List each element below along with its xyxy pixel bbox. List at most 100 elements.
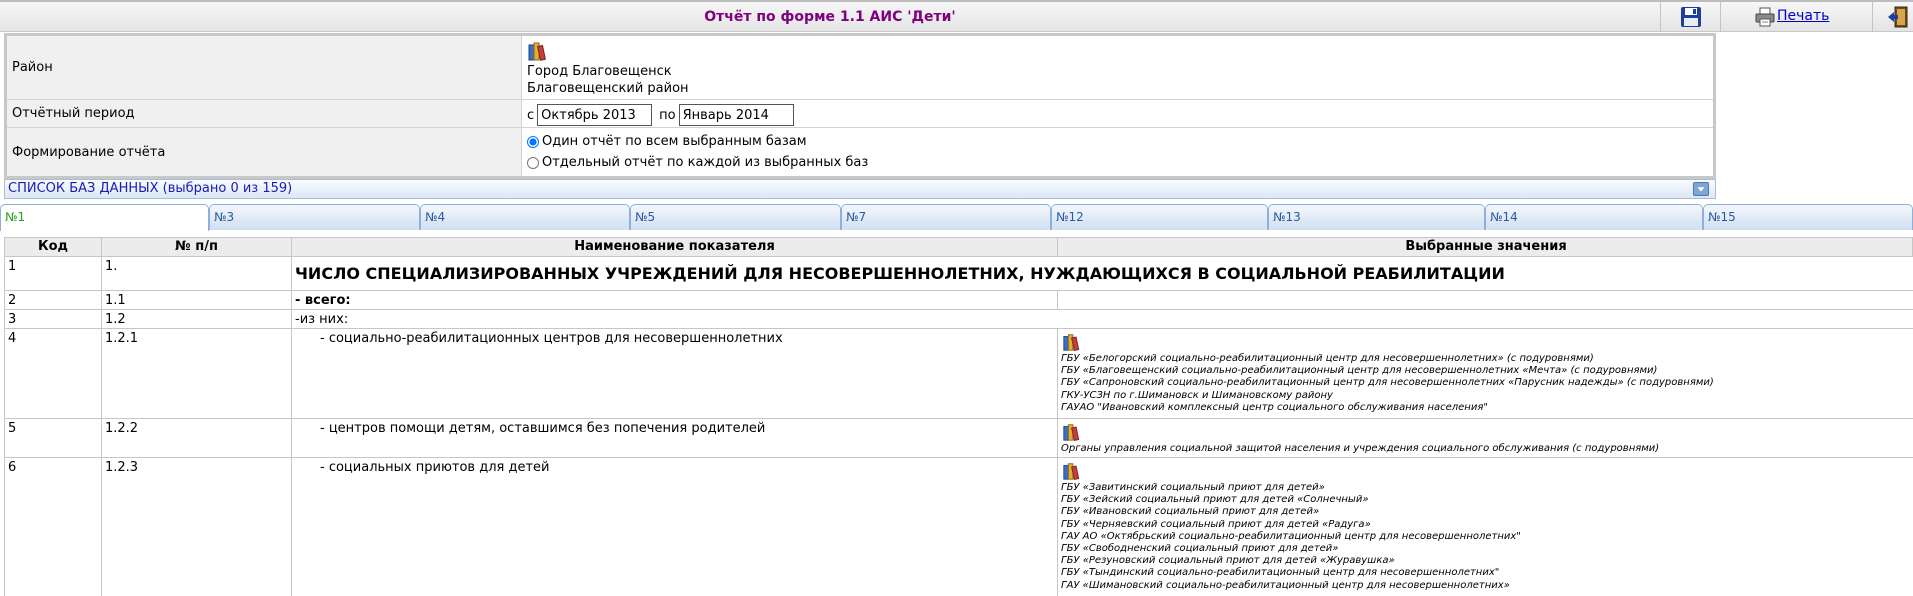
column-header-name: Наименование показателя bbox=[292, 238, 1058, 256]
cell-code: 3 bbox=[5, 310, 102, 328]
selected-value: ГБУ «Ивановский социальный приют для дет… bbox=[1061, 506, 1320, 518]
cell-name: - центров помощи детям, оставшимся без п… bbox=[292, 419, 1058, 457]
cell-values: ГБУ «Белогорский социально-реабилитацион… bbox=[1058, 329, 1913, 418]
period-label: Отчётный период bbox=[7, 100, 522, 127]
table-row: 6 1.2.3 - социальных приютов для детей Г… bbox=[4, 458, 1913, 596]
books-icon[interactable] bbox=[527, 40, 549, 62]
printer-icon bbox=[1755, 7, 1775, 27]
tab-5[interactable]: №5 bbox=[630, 204, 841, 230]
selected-value: ГБУ «Сапроновский социально-реабилитацио… bbox=[1061, 377, 1714, 389]
district-label: Район bbox=[7, 36, 522, 99]
cell-code: 5 bbox=[5, 419, 102, 457]
mode-option-label: Отдельный отчёт по каждой из выбранных б… bbox=[542, 155, 869, 170]
title-bar: Отчёт по форме 1.1 АИС 'Дети' Печать bbox=[0, 0, 1913, 32]
period-value: с по bbox=[523, 100, 1713, 127]
table-row: 3 1.2 -из них: bbox=[4, 310, 1913, 329]
database-list-toggle[interactable]: СПИСОК БАЗ ДАННЫХ (выбрано 0 из 159) bbox=[4, 179, 1716, 199]
cell-name: - всего: bbox=[292, 291, 1058, 309]
books-icon[interactable] bbox=[1061, 332, 1083, 352]
books-icon[interactable] bbox=[1061, 461, 1083, 481]
tab-12[interactable]: №12 bbox=[1051, 204, 1268, 230]
mode-value: Один отчёт по всем выбранным базам Отдел… bbox=[523, 128, 1713, 176]
cell-values: Органы управления социальной защитой нас… bbox=[1058, 419, 1913, 457]
selected-values-list: Органы управления социальной защитой нас… bbox=[1061, 443, 1911, 455]
exit-door-icon bbox=[1888, 6, 1908, 28]
period-to-prefix: по bbox=[659, 107, 676, 123]
print-link[interactable]: Печать bbox=[1777, 2, 1829, 30]
mode-radio-separate[interactable] bbox=[527, 156, 539, 169]
cell-values: ГБУ «Завитинский социальный приют для де… bbox=[1058, 458, 1913, 596]
cell-number: 1.2.1 bbox=[102, 329, 292, 418]
section-heading: ЧИСЛО СПЕЦИАЛИЗИРОВАННЫХ УЧРЕЖДЕНИЙ ДЛЯ … bbox=[295, 264, 1505, 283]
exit-button[interactable] bbox=[1872, 2, 1913, 32]
selected-value: ГБУ «Тындинский социально-реабилитационн… bbox=[1061, 567, 1500, 579]
cell-name: - социально-реабилитационных центров для… bbox=[292, 329, 1058, 418]
selected-value: ГКУ-УСЗН по г.Шимановск и Шимановскому р… bbox=[1061, 389, 1333, 401]
indicator-table: Код № п/п Наименование показателя Выбран… bbox=[0, 231, 1913, 596]
selected-value: ГАУ АО «Октябрьский социально-реабилитац… bbox=[1061, 530, 1521, 542]
tab-4[interactable]: №4 bbox=[420, 204, 630, 230]
mode-row: Формирование отчёта Один отчёт по всем в… bbox=[7, 128, 1713, 176]
selected-value: ГБУ «Завитинский социальный приют для де… bbox=[1061, 482, 1325, 493]
selected-value: ГАУ «Шимановский социально-реабилитацион… bbox=[1061, 579, 1510, 591]
selected-value: ГАУАО "Ивановский комплексный центр соци… bbox=[1061, 401, 1488, 413]
mode-option-single[interactable]: Один отчёт по всем выбранным базам bbox=[527, 134, 807, 149]
period-to-input[interactable] bbox=[678, 104, 794, 126]
save-icon bbox=[1681, 7, 1701, 27]
selected-value: ГБУ «Белогорский социально-реабилитацион… bbox=[1061, 353, 1594, 364]
cell-number: 1.1 bbox=[102, 291, 292, 309]
mode-radio-single[interactable] bbox=[527, 135, 539, 148]
tab-1[interactable]: №1 bbox=[0, 204, 209, 231]
chevron-down-icon[interactable] bbox=[1693, 182, 1709, 196]
district-row: Район Город Благовещенск Благовещенский … bbox=[7, 36, 1713, 100]
selected-value: ГБУ «Резуновский социальный приют для де… bbox=[1061, 555, 1395, 567]
selected-value: ГБУ «Свободненский социальный приют для … bbox=[1061, 543, 1339, 555]
tab-14[interactable]: №14 bbox=[1485, 204, 1703, 230]
selected-value: ГБУ «Благовещенский социально-реабилитац… bbox=[1061, 365, 1658, 377]
district-value: Город Благовещенск Благовещенский район bbox=[523, 36, 1713, 99]
tab-15[interactable]: №15 bbox=[1703, 204, 1913, 230]
report-parameters-form: Район Город Благовещенск Благовещенский … bbox=[4, 33, 1716, 179]
cell-number: 1.2 bbox=[102, 310, 292, 328]
cell-code: 6 bbox=[5, 458, 102, 596]
print-button[interactable]: Печать bbox=[1720, 2, 1872, 32]
tab-3[interactable]: №3 bbox=[209, 204, 420, 230]
table-header: Код № п/п Наименование показателя Выбран… bbox=[4, 237, 1913, 257]
save-button[interactable] bbox=[1660, 2, 1720, 32]
tab-13[interactable]: №13 bbox=[1268, 204, 1485, 230]
database-list-label: СПИСОК БАЗ ДАННЫХ (выбрано 0 из 159) bbox=[8, 181, 293, 196]
cell-name: - социальных приютов для детей bbox=[292, 458, 1058, 596]
selected-value: ГБУ «Зейский социальный приют для детей … bbox=[1061, 494, 1369, 506]
column-header-values: Выбранные значения bbox=[1405, 239, 1567, 254]
cell-values bbox=[1058, 291, 1913, 309]
cell-number: 1.2.3 bbox=[102, 458, 292, 596]
cell-code: 1 bbox=[5, 257, 102, 290]
mode-option-separate[interactable]: Отдельный отчёт по каждой из выбранных б… bbox=[527, 155, 868, 170]
table-row: 4 1.2.1 - социально-реабилитационных цен… bbox=[4, 329, 1913, 419]
cell-name: ЧИСЛО СПЕЦИАЛИЗИРОВАННЫХ УЧРЕЖДЕНИЙ ДЛЯ … bbox=[292, 257, 1913, 290]
selected-value: Органы управления социальной защитой нас… bbox=[1061, 443, 1660, 454]
table-row: 5 1.2.2 - центров помощи детям, оставшим… bbox=[4, 419, 1913, 458]
district-item: Благовещенский район bbox=[527, 81, 689, 96]
cell-code: 2 bbox=[5, 291, 102, 309]
selected-values-list: ГБУ «Белогорский социально-реабилитацион… bbox=[1061, 353, 1911, 414]
books-icon[interactable] bbox=[1061, 422, 1083, 442]
table-row: 2 1.1 - всего: bbox=[4, 291, 1913, 310]
tab-7[interactable]: №7 bbox=[841, 204, 1051, 230]
cell-code: 4 bbox=[5, 329, 102, 418]
cell-number: 1. bbox=[102, 257, 292, 290]
period-from-prefix: с bbox=[527, 107, 535, 123]
report-title: Отчёт по форме 1.1 АИС 'Дети' bbox=[704, 9, 956, 25]
cell-name: -из них: bbox=[295, 312, 349, 327]
district-item: Город Благовещенск bbox=[527, 64, 672, 79]
table-row: 1 1. ЧИСЛО СПЕЦИАЛИЗИРОВАННЫХ УЧРЕЖДЕНИЙ… bbox=[4, 257, 1913, 291]
selected-values-list: ГБУ «Завитинский социальный приют для де… bbox=[1061, 482, 1911, 592]
mode-option-label: Один отчёт по всем выбранным базам bbox=[542, 134, 807, 149]
cell-number: 1.2.2 bbox=[102, 419, 292, 457]
period-row: Отчётный период с по bbox=[7, 100, 1713, 128]
selected-value: ГБУ «Черняевский социальный приют для де… bbox=[1061, 518, 1371, 530]
section-tabs: №1 №3 №4 №5 №7 №12 №13 №14 №15 bbox=[0, 204, 1913, 231]
column-header-number: № п/п bbox=[102, 238, 292, 256]
period-from-input[interactable] bbox=[537, 104, 653, 126]
column-header-code: Код bbox=[5, 238, 102, 256]
